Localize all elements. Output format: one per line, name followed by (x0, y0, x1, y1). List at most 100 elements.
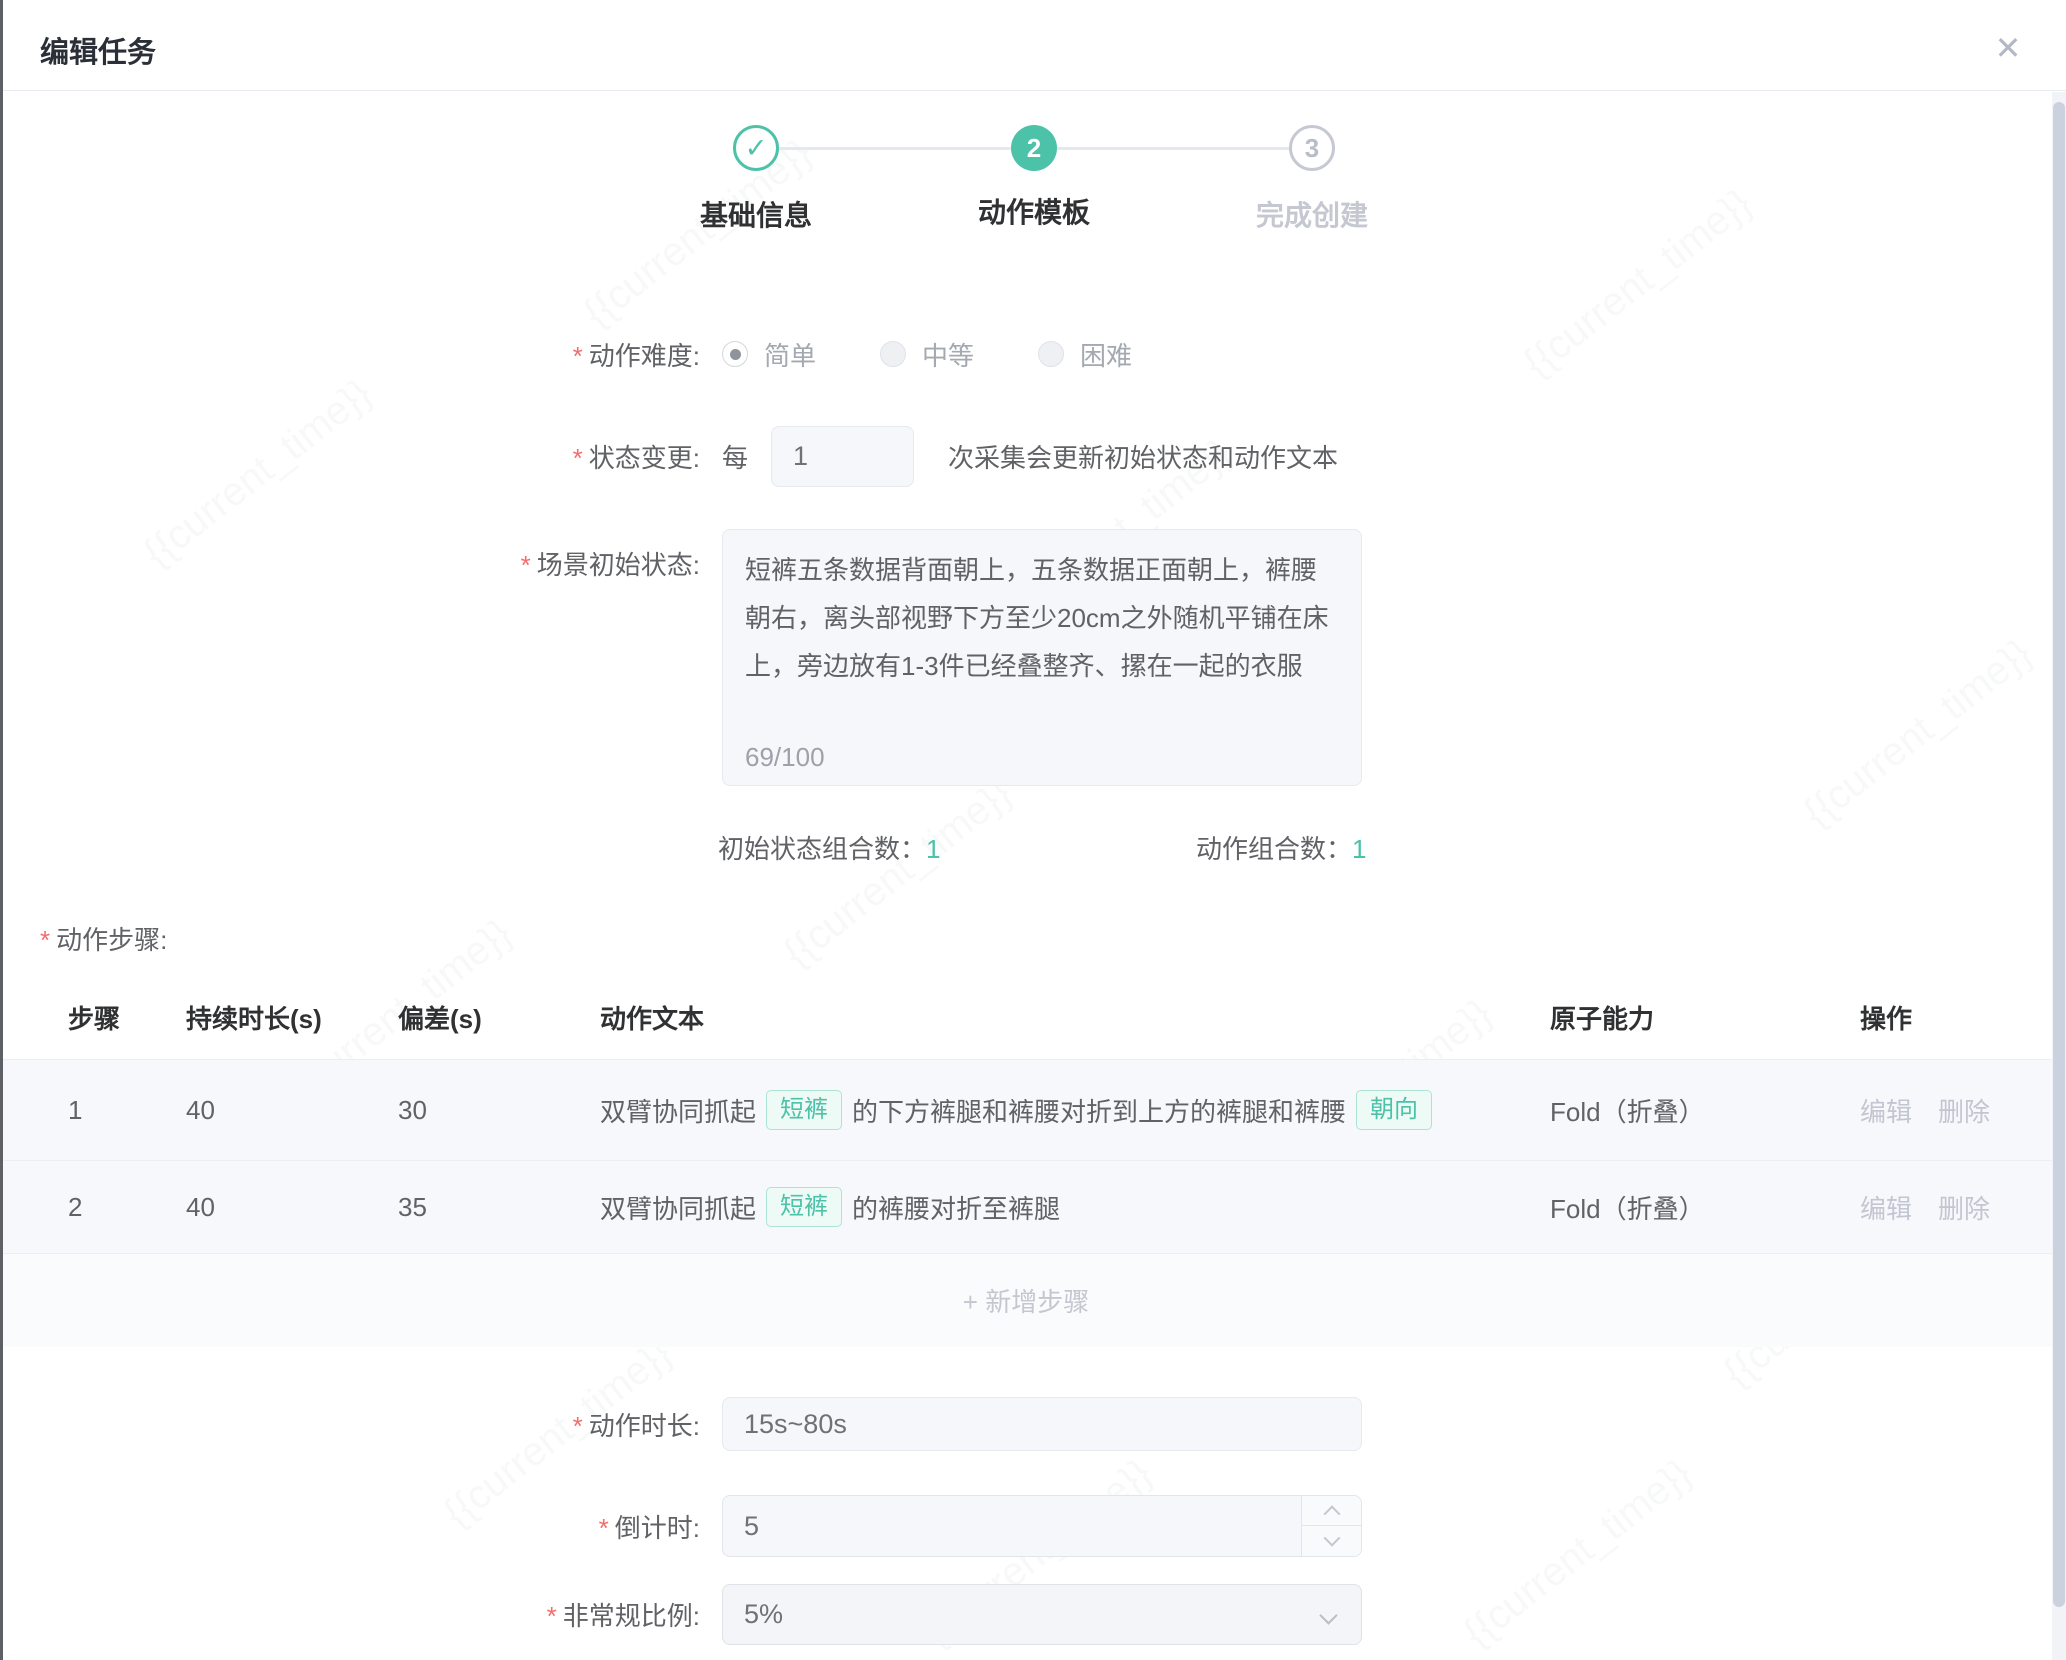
step-2-label: 动作模板 (978, 191, 1090, 231)
initial-combo-value: 1 (926, 834, 940, 864)
action-text-fragment: 双臂协同抓起 (600, 1092, 756, 1129)
difficulty-radio-中等[interactable]: 中等 (880, 336, 974, 373)
chevron-down-icon (1323, 1530, 1340, 1547)
cell-deviation: 35 (398, 1192, 600, 1223)
step-connector-line (779, 147, 1011, 150)
action-text-fragment: 的裤腰对折至裤腿 (852, 1189, 1060, 1226)
radio-circle-icon (880, 341, 906, 367)
action-steps-label-row: *动作步骤: (0, 923, 2052, 953)
radio-label: 简单 (764, 336, 816, 373)
action-text-fragment: 的下方裤腿和裤腰对折到上方的裤腿和裤腰 (852, 1092, 1346, 1129)
delete-link[interactable]: 删除 (1938, 1189, 1990, 1226)
state-change-input[interactable]: 1 (771, 426, 914, 487)
required-mark: * (573, 341, 583, 371)
unusual-ratio-value: 5% (744, 1599, 783, 1629)
form-row-state-change: *状态变更: 每 1 次采集会更新初始状态和动作文本 (0, 426, 2052, 487)
cell-action-text: 双臂协同抓起短裤的裤腰对折至裤腿 (600, 1187, 1550, 1227)
action-steps-label: *动作步骤: (40, 920, 167, 957)
initial-state-label: *场景初始状态: (0, 529, 700, 582)
cell-ability: Fold（折叠） (1550, 1189, 1860, 1226)
table-header: 步骤持续时长(s)偏差(s)动作文本原子能力操作 (0, 975, 2052, 1060)
add-step-button[interactable]: + 新增步骤 (0, 1254, 2052, 1347)
dialog-header: 编辑任务 ✕ (0, 0, 2066, 91)
table-row: 14030双臂协同抓起短裤的下方裤腿和裤腰对折到上方的裤腿和裤腰朝向Fold（折… (0, 1060, 2052, 1161)
page-edge-strip (0, 0, 3, 1660)
action-duration-input[interactable]: 15s~80s (722, 1397, 1362, 1451)
cell-deviation: 30 (398, 1095, 600, 1126)
required-mark: * (547, 1601, 557, 1631)
dialog-title: 编辑任务 (40, 29, 156, 71)
unusual-ratio-label: *非常规比例: (0, 1596, 700, 1633)
countdown-input[interactable]: 5 (722, 1495, 1362, 1557)
form-row-difficulty: *动作难度: 简单 中等 困难 (0, 331, 2052, 377)
chevron-up-icon (1323, 1505, 1340, 1522)
countdown-spinner (1301, 1496, 1361, 1556)
cell-action-text: 双臂协同抓起短裤的下方裤腿和裤腰对折到上方的裤腿和裤腰朝向 (600, 1090, 1550, 1130)
decrement-button[interactable] (1302, 1526, 1361, 1556)
state-change-label: *状态变更: (0, 438, 700, 475)
initial-state-counter: 69/100 (745, 742, 825, 773)
radio-dot (730, 349, 741, 360)
column-header: 原子能力 (1550, 999, 1860, 1036)
required-mark: * (40, 925, 50, 955)
combo-counts-row: 初始状态组合数：1 动作组合数：1 (0, 821, 2052, 869)
radio-label: 中等 (922, 336, 974, 373)
initial-state-textarea[interactable]: 短裤五条数据背面朝上，五条数据正面朝上，裤腰朝右，离头部视野下方至少20cm之外… (722, 529, 1362, 786)
radio-circle-icon (1038, 341, 1064, 367)
required-mark: * (573, 1411, 583, 1441)
step-connector-line (1057, 147, 1289, 150)
action-combo-value: 1 (1352, 834, 1366, 864)
difficulty-radio-group: 简单 中等 困难 (722, 336, 1196, 373)
cell-step: 2 (68, 1192, 186, 1223)
step-2-circle: 2动作模板 (1011, 125, 1057, 171)
cell-actions: 编辑删除 (1860, 1189, 2052, 1226)
scrollbar[interactable] (2052, 92, 2066, 1660)
stepper: ✓基础信息2动作模板3完成创建 (733, 125, 1335, 171)
edit-task-dialog: 编辑任务 ✕ {{current_time}}{{current_time}}{… (0, 0, 2066, 1660)
step-3-circle: 3完成创建 (1289, 125, 1335, 171)
column-header: 持续时长(s) (186, 999, 398, 1036)
action-combo-count: 动作组合数：1 (1196, 829, 1366, 866)
required-mark: * (521, 550, 531, 580)
countdown-value: 5 (744, 1511, 759, 1541)
cell-duration: 40 (186, 1192, 398, 1223)
dialog-body: {{current_time}}{{current_time}}{{curren… (0, 91, 2052, 1660)
countdown-label: *倒计时: (0, 1508, 700, 1545)
cell-step: 1 (68, 1095, 186, 1126)
cell-duration: 40 (186, 1095, 398, 1126)
delete-link[interactable]: 删除 (1938, 1092, 1990, 1129)
unusual-ratio-select[interactable]: 5% (722, 1584, 1362, 1645)
action-text-fragment: 双臂协同抓起 (600, 1189, 756, 1226)
action-steps-table: 步骤持续时长(s)偏差(s)动作文本原子能力操作 14030双臂协同抓起短裤的下… (0, 975, 2052, 1347)
close-icon[interactable]: ✕ (1988, 28, 2028, 68)
form-row-unusual-ratio: *非常规比例: 5% (0, 1584, 2052, 1645)
column-header: 偏差(s) (398, 999, 600, 1036)
table-body: 14030双臂协同抓起短裤的下方裤腿和裤腰对折到上方的裤腿和裤腰朝向Fold（折… (0, 1060, 2052, 1254)
step-1-label: 基础信息 (700, 194, 812, 234)
state-change-prefix: 每 (722, 438, 748, 475)
column-header: 步骤 (68, 999, 186, 1036)
column-header: 操作 (1860, 999, 2052, 1036)
radio-circle-icon (722, 341, 748, 367)
difficulty-label: *动作难度: (0, 336, 700, 373)
action-text-tag: 短裤 (766, 1090, 842, 1130)
difficulty-radio-困难[interactable]: 困难 (1038, 336, 1132, 373)
action-text-tag: 朝向 (1356, 1090, 1432, 1130)
chevron-down-icon (1319, 1606, 1337, 1624)
difficulty-radio-简单[interactable]: 简单 (722, 336, 816, 373)
action-text-tag: 短裤 (766, 1187, 842, 1227)
form-row-countdown: *倒计时: 5 (0, 1495, 2052, 1557)
step-3-label: 完成创建 (1256, 194, 1368, 234)
cell-ability: Fold（折叠） (1550, 1092, 1860, 1129)
column-header: 动作文本 (600, 999, 1550, 1036)
edit-link[interactable]: 编辑 (1860, 1092, 1912, 1129)
form-row-initial-state: *场景初始状态: 短裤五条数据背面朝上，五条数据正面朝上，裤腰朝右，离头部视野下… (0, 529, 2052, 786)
action-duration-label: *动作时长: (0, 1406, 700, 1443)
form-row-action-duration: *动作时长: 15s~80s (0, 1397, 2052, 1451)
scrollbar-thumb[interactable] (2053, 102, 2065, 1607)
initial-state-text: 短裤五条数据背面朝上，五条数据正面朝上，裤腰朝右，离头部视野下方至少20cm之外… (745, 546, 1339, 690)
cell-actions: 编辑删除 (1860, 1092, 2052, 1129)
state-change-suffix: 次采集会更新初始状态和动作文本 (948, 438, 1338, 475)
increment-button[interactable] (1302, 1496, 1361, 1526)
edit-link[interactable]: 编辑 (1860, 1189, 1912, 1226)
